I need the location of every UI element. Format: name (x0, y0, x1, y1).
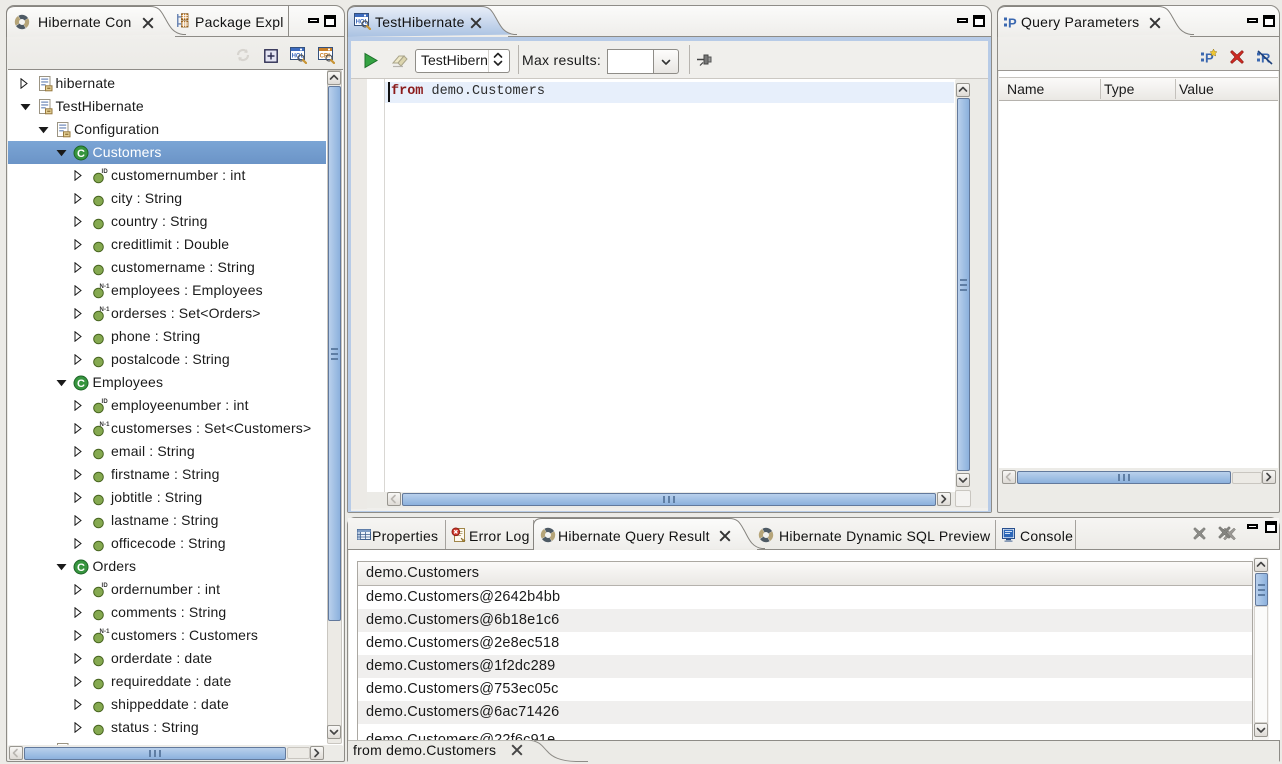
svg-text:N-1: N-1 (100, 629, 111, 635)
svg-text:ID: ID (102, 583, 109, 589)
svg-text:C: C (77, 148, 85, 160)
svg-text:CRI: CRI (320, 54, 331, 60)
svg-text:C: C (77, 378, 85, 390)
svg-text:P: P (1008, 16, 1017, 31)
svg-text:N-1: N-1 (100, 422, 111, 428)
svg-text:ID: ID (102, 169, 109, 175)
svg-text:C: C (77, 562, 85, 574)
svg-text:N-1: N-1 (100, 307, 111, 313)
svg-text:ID: ID (102, 399, 109, 405)
svg-text:N-1: N-1 (100, 284, 111, 290)
